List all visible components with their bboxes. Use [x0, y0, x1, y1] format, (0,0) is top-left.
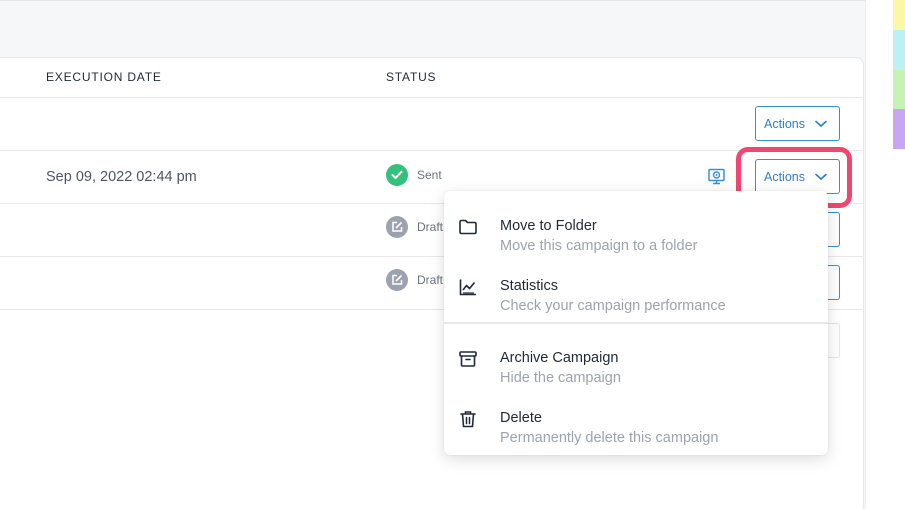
column-header-execution-date: EXECUTION DATE — [46, 70, 162, 84]
menu-item-title: Delete — [500, 410, 542, 426]
menu-item-archive-campaign[interactable]: Archive Campaign Hide the campaign — [444, 333, 828, 391]
actions-dropdown-menu: Move to Folder Move this campaign to a f… — [444, 191, 828, 455]
menu-divider — [444, 322, 828, 324]
preview-icon[interactable] — [708, 168, 725, 185]
status-label: Sent — [417, 168, 442, 182]
menu-item-subtitle: Hide the campaign — [500, 370, 621, 386]
menu-item-subtitle: Move this campaign to a folder — [500, 238, 698, 254]
menu-item-title: Archive Campaign — [500, 350, 619, 366]
folder-icon — [458, 217, 478, 237]
actions-button-edge[interactable] — [827, 212, 840, 247]
actions-button[interactable]: Actions — [755, 106, 840, 141]
edit-icon — [386, 216, 408, 238]
menu-item-title: Move to Folder — [500, 218, 597, 234]
status-label: Draft — [417, 273, 444, 287]
row-divider — [0, 97, 864, 98]
actions-button-label: Actions — [764, 116, 805, 131]
pagination-edge[interactable] — [827, 323, 840, 358]
color-swatch-purple[interactable] — [893, 109, 905, 149]
top-border — [0, 0, 905, 1]
color-swatch-cyan[interactable] — [893, 30, 905, 70]
chevron-down-icon — [815, 120, 827, 128]
column-header-status: STATUS — [386, 70, 437, 84]
trash-icon — [458, 409, 478, 429]
edit-icon — [386, 269, 408, 291]
menu-item-delete[interactable]: Delete Permanently delete this campaign — [444, 393, 828, 451]
menu-item-move-to-folder[interactable]: Move to Folder Move this campaign to a f… — [444, 201, 828, 259]
color-swatch-green[interactable] — [893, 70, 905, 110]
menu-item-subtitle: Permanently delete this campaign — [500, 430, 719, 446]
execution-date: Sep 09, 2022 02:44 pm — [46, 169, 197, 185]
check-circle-icon — [386, 164, 408, 186]
menu-item-statistics[interactable]: Statistics Check your campaign performan… — [444, 261, 828, 319]
status-label: Draft — [417, 220, 444, 234]
menu-item-subtitle: Check your campaign performance — [500, 298, 726, 314]
status-badge: Draft — [386, 269, 443, 291]
actions-button-edge[interactable] — [827, 265, 840, 300]
menu-item-title: Statistics — [500, 278, 559, 294]
archive-icon — [458, 349, 478, 369]
chart-line-icon — [458, 277, 478, 297]
row-divider — [0, 150, 864, 151]
status-badge: Sent — [386, 164, 442, 186]
status-badge: Draft — [386, 216, 443, 238]
color-swatch-yellow[interactable] — [893, 0, 905, 30]
